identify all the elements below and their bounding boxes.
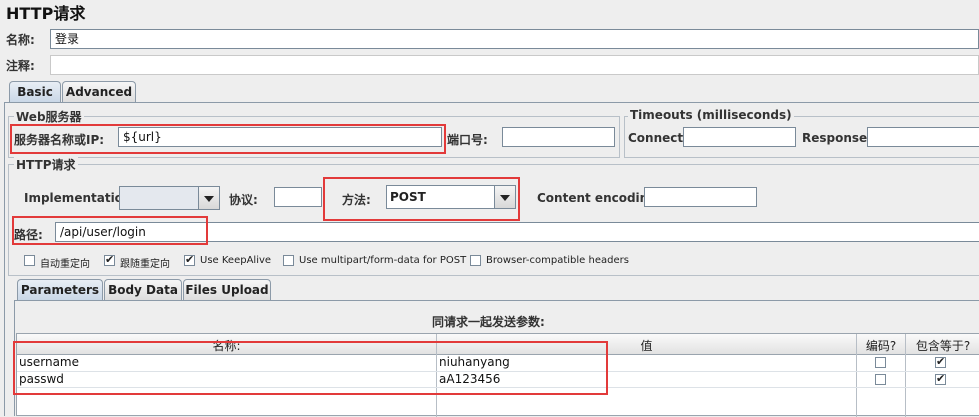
auto-redirect-label: 自动重定向 (40, 259, 90, 270)
tab-advanced[interactable]: Advanced (62, 81, 136, 103)
param-name[interactable]: username (19, 355, 79, 369)
params-table: 名称: 值 编码? 包含等于? username niuhanyang pass… (16, 333, 979, 417)
page-title: HTTP请求 (6, 4, 86, 23)
name-label: 名称: (6, 33, 35, 47)
timeouts-group-title: Timeouts (milliseconds) (628, 108, 794, 122)
chevron-down-icon[interactable] (494, 186, 515, 208)
port-field[interactable] (502, 127, 615, 147)
server-field[interactable]: ${url} (118, 127, 442, 147)
params-caption: 同请求一起发送参数: (432, 315, 545, 329)
header-include-equals[interactable]: 包含等于? (906, 337, 979, 354)
browser-headers-label: Browser-compatible headers (486, 255, 629, 266)
method-value: POST (390, 190, 426, 204)
path-label: 路径: (14, 228, 43, 242)
tab-files-upload[interactable]: Files Upload (183, 279, 271, 301)
http-request-group-title: HTTP请求 (14, 156, 78, 173)
comment-label: 注释: (6, 59, 35, 73)
comment-field[interactable] (50, 55, 979, 75)
chevron-down-icon[interactable] (198, 187, 219, 209)
header-value[interactable]: 值 (437, 337, 856, 354)
include-equals-checkbox[interactable] (935, 355, 946, 368)
implementation-select[interactable] (119, 186, 220, 210)
protocol-field[interactable] (274, 187, 322, 207)
connect-label: Connect: (628, 131, 688, 145)
method-select[interactable]: POST (386, 185, 516, 209)
multipart-checkbox[interactable] (283, 255, 294, 266)
protocol-label: 协议: (229, 193, 258, 207)
header-encode[interactable]: 编码? (857, 337, 905, 354)
table-row[interactable]: username niuhanyang (17, 355, 979, 371)
encode-checkbox[interactable] (875, 374, 886, 385)
header-name[interactable]: 名称: (17, 337, 436, 354)
tab-basic[interactable]: Basic (9, 81, 61, 103)
keepalive-checkbox[interactable] (184, 253, 195, 266)
multipart-label: Use multipart/form-data for POST (299, 255, 467, 266)
param-value[interactable]: aA123456 (439, 372, 500, 386)
follow-redirect-label: 跟随重定向 (120, 259, 170, 270)
port-label: 端口号: (447, 133, 488, 147)
response-field[interactable] (867, 127, 979, 147)
param-value[interactable]: niuhanyang (439, 355, 510, 369)
encode-checkbox[interactable] (875, 357, 886, 368)
tab-body-data[interactable]: Body Data (104, 279, 182, 301)
follow-redirect-checkbox[interactable] (104, 253, 115, 266)
name-field[interactable]: 登录 (50, 29, 979, 49)
tab-parameters[interactable]: Parameters (17, 279, 103, 301)
include-equals-checkbox[interactable] (935, 372, 946, 385)
path-field[interactable]: /api/user/login (55, 222, 979, 242)
content-encoding-field[interactable] (644, 187, 757, 207)
content-encoding-label: Content encoding: (537, 191, 662, 205)
auto-redirect-checkbox[interactable] (24, 255, 35, 266)
browser-headers-checkbox[interactable] (470, 255, 481, 266)
param-name[interactable]: passwd (19, 372, 64, 386)
response-label: Response: (802, 131, 872, 145)
server-label: 服务器名称或IP: (14, 133, 105, 147)
table-row[interactable]: passwd aA123456 (17, 372, 979, 388)
method-label: 方法: (342, 193, 371, 207)
connect-field[interactable] (683, 127, 796, 147)
web-server-group-title: Web服务器 (14, 108, 84, 125)
keepalive-label: Use KeepAlive (200, 255, 272, 266)
